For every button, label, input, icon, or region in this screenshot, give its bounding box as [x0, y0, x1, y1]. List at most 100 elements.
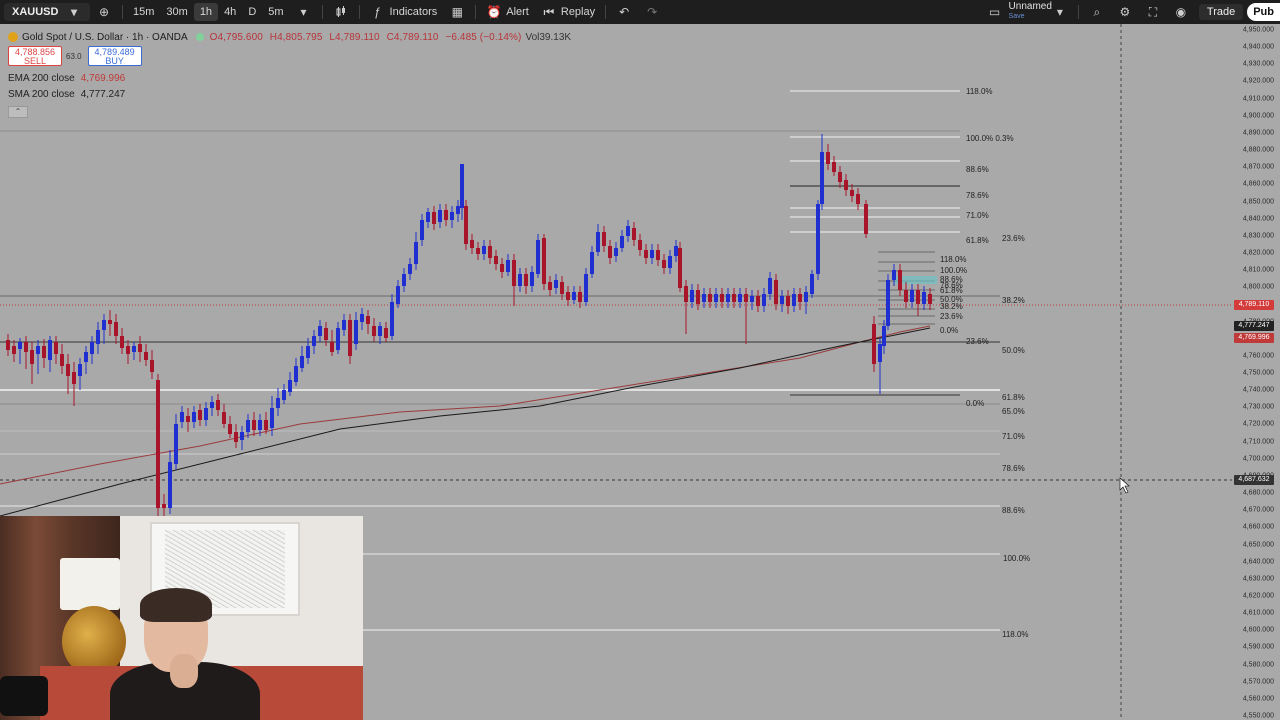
candle-body: [42, 346, 46, 358]
candle-body: [30, 350, 34, 364]
candle-body: [872, 324, 876, 364]
candle-body: [696, 290, 700, 304]
price-tick-label: 4,920.000: [1242, 77, 1274, 85]
replay-label: Replay: [560, 6, 596, 18]
candle-body: [892, 270, 896, 280]
candle-body: [282, 390, 286, 400]
candle-body: [850, 190, 854, 196]
chart-type-button[interactable]: [327, 0, 355, 24]
candle-body: [426, 212, 430, 222]
trade-button[interactable]: Trade: [1198, 4, 1244, 20]
candle-body: [500, 264, 504, 272]
candle-body: [878, 344, 882, 362]
candle-body: [54, 342, 58, 354]
candle-body: [732, 294, 736, 302]
candle-body: [150, 360, 154, 372]
price-tick-label: 4,620.000: [1242, 592, 1274, 600]
chart-legend: Gold Spot / U.S. Dollar · 1h · OANDA O4,…: [8, 30, 571, 118]
layout-button[interactable]: ▭ Unnamed Save ▾: [981, 0, 1074, 24]
templates-button[interactable]: ▦: [443, 0, 471, 24]
compare-add-button[interactable]: ⊕: [90, 0, 118, 24]
collapse-legend-button[interactable]: ⌃: [8, 106, 28, 118]
interval-1h[interactable]: 1h: [193, 3, 219, 21]
buy-button[interactable]: 4,789.489 BUY: [87, 46, 142, 66]
candle-body: [48, 340, 52, 360]
candle-body: [228, 424, 232, 434]
candle-body: [210, 402, 214, 408]
undo-button[interactable]: ↶: [610, 0, 638, 24]
candle-body: [144, 352, 148, 360]
ema-legend-row[interactable]: EMA 200 close 4,769.996: [8, 70, 571, 86]
candle-body: [198, 410, 202, 420]
search-icon: ⌕: [1093, 4, 1101, 19]
ohlc-open: O4,795.600: [209, 31, 263, 43]
settings-button[interactable]: ⚙: [1111, 0, 1139, 24]
candle-body: [72, 372, 76, 384]
quick-search-button[interactable]: ⌕: [1083, 0, 1111, 24]
fib-small-label: 23.6%: [940, 312, 963, 321]
camera-icon: ◉: [1175, 5, 1187, 19]
candle-body: [864, 204, 868, 234]
price-tick-label: 4,740.000: [1242, 386, 1274, 394]
interval-5m[interactable]: 5m: [262, 0, 289, 24]
candle-body: [348, 320, 352, 356]
symbol-search[interactable]: XAUUSD ▾: [4, 3, 90, 21]
alert-button[interactable]: ⏰ Alert: [480, 0, 535, 24]
undo-icon: ↶: [619, 5, 630, 19]
candle-body: [886, 280, 890, 326]
indicators-button[interactable]: ƒ Indicators: [364, 0, 444, 24]
candle-body: [240, 432, 244, 440]
candle-body: [456, 206, 460, 214]
interval-dropdown[interactable]: ▾: [290, 0, 318, 24]
fib-upper-label: 100.0% 0.3%: [966, 134, 1014, 143]
rewind-icon: ⏮: [543, 4, 555, 19]
symbol-label: XAUUSD: [12, 6, 59, 18]
replay-button[interactable]: ⏮ Replay: [535, 0, 601, 24]
price-tick-label: 4,800.000: [1242, 283, 1274, 291]
price-tick-label: 4,890.000: [1242, 129, 1274, 137]
price-tick-label: 4,660.000: [1242, 523, 1274, 531]
price-tick-label: 4,820.000: [1242, 249, 1274, 257]
fullscreen-button[interactable]: ⛶: [1139, 0, 1167, 24]
crosshair-price-tag: 4,687.632: [1234, 475, 1274, 485]
redo-button[interactable]: ↷: [638, 0, 666, 24]
candle-body: [222, 412, 226, 424]
interval-4h[interactable]: 4h: [218, 0, 242, 24]
candle-body: [638, 240, 642, 250]
candle-body: [384, 328, 388, 338]
market-open-dot-icon: [195, 33, 204, 41]
candle-body: [816, 204, 820, 274]
candle-body: [390, 302, 394, 336]
snapshot-button[interactable]: ◉: [1167, 0, 1195, 24]
layout-status: Save: [1008, 13, 1025, 20]
candle-body: [584, 274, 588, 302]
candle-body: [726, 294, 730, 302]
interval-30m[interactable]: 30m: [160, 0, 193, 24]
price-scale[interactable]: 4,950.000 4,940.000 4,930.000 4,920.000 4,91…: [1232, 24, 1280, 720]
candle-body: [438, 210, 442, 222]
candle-body: [216, 400, 220, 410]
sma-price-tag: 4,777.247: [1234, 321, 1274, 331]
candle-body: [126, 346, 130, 354]
candle-body: [928, 294, 932, 304]
publish-button[interactable]: Pub: [1247, 3, 1280, 21]
candle-body: [844, 180, 848, 190]
plus-circle-icon: ⊕: [98, 5, 110, 19]
candle-body: [120, 336, 124, 348]
spread-value: 63.0: [66, 51, 82, 61]
candle-body: [530, 272, 534, 286]
candle-body: [396, 286, 400, 304]
toolbar-right: ▭ Unnamed Save ▾ ⌕ ⚙ ⛶ ◉ Trade Pub: [981, 0, 1280, 24]
sell-button[interactable]: 4,788.856 SELL: [8, 46, 62, 66]
candle-body: [590, 252, 594, 274]
last-price-tag: 4,789.110: [1234, 300, 1274, 310]
candle-body: [596, 232, 600, 252]
fib-small-label: 100.0%: [940, 266, 967, 275]
sma-legend-row[interactable]: SMA 200 close 4,777.247: [8, 86, 571, 102]
candle-body: [578, 292, 582, 302]
interval-15m[interactable]: 15m: [127, 0, 160, 24]
chevron-down-icon: ▾: [70, 5, 78, 19]
fib-upper-label: 78.6%: [966, 191, 989, 200]
buy-label: BUY: [105, 56, 124, 66]
interval-d[interactable]: D: [242, 0, 262, 24]
